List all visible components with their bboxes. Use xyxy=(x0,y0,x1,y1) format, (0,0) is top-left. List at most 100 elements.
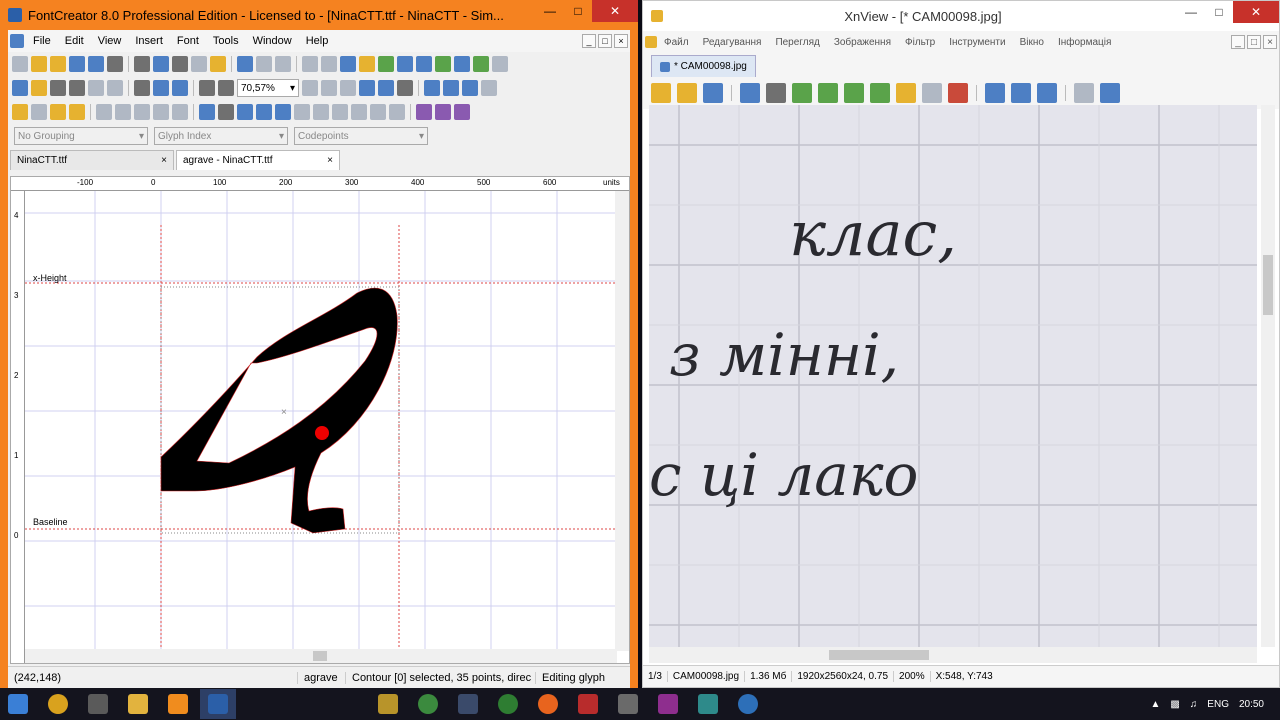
menu-file[interactable]: Файл xyxy=(657,37,696,48)
mdi-restore-button[interactable]: □ xyxy=(598,34,612,48)
font-properties-icon[interactable] xyxy=(321,56,337,72)
merge-icon[interactable] xyxy=(50,104,66,120)
rotate-left-icon[interactable] xyxy=(792,83,812,103)
taskbar-fontcreator[interactable] xyxy=(200,689,236,719)
taskbar-pin[interactable] xyxy=(690,689,726,719)
pen-icon[interactable] xyxy=(88,80,104,96)
metrics-icon[interactable] xyxy=(462,80,478,96)
print-icon[interactable] xyxy=(134,56,150,72)
distribute-icon[interactable] xyxy=(153,104,169,120)
taskbar-app[interactable] xyxy=(80,689,116,719)
menu-font[interactable]: Font xyxy=(170,35,206,47)
intersect-icon[interactable] xyxy=(435,104,451,120)
tab-image[interactable]: * CAM00098.jpg xyxy=(651,55,756,77)
mdi-restore-button[interactable]: □ xyxy=(1247,35,1261,49)
tray-language[interactable]: ENG xyxy=(1207,699,1229,710)
menu-window[interactable]: Вікно xyxy=(1013,37,1051,48)
align-right-icon[interactable] xyxy=(134,104,150,120)
extremes-icon[interactable] xyxy=(313,104,329,120)
contour-icon[interactable] xyxy=(302,80,318,96)
restore-button[interactable]: □ xyxy=(564,0,592,22)
menu-file[interactable]: File xyxy=(26,35,58,47)
snap-icon[interactable] xyxy=(153,80,169,96)
pointer-icon[interactable] xyxy=(359,80,375,96)
properties-icon[interactable] xyxy=(107,56,123,72)
open-icon[interactable] xyxy=(677,83,697,103)
fill-icon[interactable] xyxy=(397,80,413,96)
corner-icon[interactable] xyxy=(275,104,291,120)
find-icon[interactable] xyxy=(153,56,169,72)
taskbar-pin[interactable] xyxy=(450,689,486,719)
adjust-icon[interactable] xyxy=(844,83,864,103)
vertical-scrollbar[interactable] xyxy=(1261,105,1275,647)
codepoints-combo[interactable]: Codepoints ▾ xyxy=(294,127,428,145)
select-icon[interactable] xyxy=(12,80,28,96)
install-icon[interactable] xyxy=(473,56,489,72)
zoom-fit-icon[interactable] xyxy=(1011,83,1031,103)
split-icon[interactable] xyxy=(69,104,85,120)
add-contour-icon[interactable] xyxy=(12,104,28,120)
browser-icon[interactable] xyxy=(651,83,671,103)
close-button[interactable]: ✕ xyxy=(1233,1,1279,23)
round-icon[interactable] xyxy=(351,104,367,120)
tray-arrow-icon[interactable]: ▲ xyxy=(1150,699,1160,710)
union-icon[interactable] xyxy=(416,104,432,120)
hand-icon[interactable] xyxy=(50,80,66,96)
taskbar-pin[interactable] xyxy=(490,689,526,719)
slideshow-icon[interactable] xyxy=(922,83,942,103)
tab-font-overview[interactable]: NinaCTT.ttf × xyxy=(10,150,174,170)
taskbar-pin[interactable] xyxy=(730,689,766,719)
zoom-out-icon[interactable] xyxy=(1037,83,1057,103)
zoom-in-icon[interactable] xyxy=(199,80,215,96)
rotate-right-icon[interactable] xyxy=(818,83,838,103)
mdi-minimize-button[interactable]: _ xyxy=(582,34,596,48)
glyph-properties-icon[interactable] xyxy=(302,56,318,72)
zoom-in-icon[interactable] xyxy=(985,83,1005,103)
check-icon[interactable] xyxy=(435,56,451,72)
horizontal-scrollbar[interactable] xyxy=(649,647,1257,663)
save-all-icon[interactable] xyxy=(88,56,104,72)
smooth-icon[interactable] xyxy=(256,104,272,120)
taskbar-pin[interactable] xyxy=(650,689,686,719)
network-icon[interactable]: ▩ xyxy=(1170,699,1179,710)
menu-filter[interactable]: Фільтр xyxy=(898,37,942,48)
fc-titlebar[interactable]: FontCreator 8.0 Professional Edition - L… xyxy=(0,0,638,30)
align-left-icon[interactable] xyxy=(96,104,112,120)
glyph-drawing[interactable]: ➤ × xyxy=(25,191,617,651)
tab-glyph-edit[interactable]: agrave - NinaCTT.ttf × xyxy=(176,150,340,170)
menu-image[interactable]: Зображення xyxy=(827,37,898,48)
fit-icon[interactable] xyxy=(172,80,188,96)
lasso-icon[interactable] xyxy=(31,80,47,96)
validate-icon[interactable] xyxy=(378,56,394,72)
history-icon[interactable] xyxy=(275,56,291,72)
grouping-combo[interactable]: No Grouping ▾ xyxy=(14,127,148,145)
kerning-icon[interactable] xyxy=(481,80,497,96)
open-folder-icon[interactable] xyxy=(50,56,66,72)
crop-icon[interactable] xyxy=(766,83,786,103)
new-icon[interactable] xyxy=(12,56,28,72)
taskbar-explorer[interactable] xyxy=(120,689,156,719)
preview-icon[interactable] xyxy=(397,56,413,72)
menu-help[interactable]: Help xyxy=(299,35,336,47)
export-icon[interactable] xyxy=(454,56,470,72)
effects-icon[interactable] xyxy=(870,83,890,103)
menu-tools[interactable]: Tools xyxy=(206,35,246,47)
vertical-scrollbar[interactable] xyxy=(615,191,629,651)
sort-combo[interactable]: Glyph Index ▾ xyxy=(154,127,288,145)
app-menu-icon[interactable] xyxy=(645,36,657,48)
close-icon[interactable]: × xyxy=(327,155,333,166)
next-icon[interactable] xyxy=(1100,83,1120,103)
start-button[interactable] xyxy=(0,689,36,719)
close-button[interactable]: ✕ xyxy=(592,0,638,22)
subtract-icon[interactable] xyxy=(454,104,470,120)
close-icon[interactable]: × xyxy=(161,155,167,166)
tangent-icon[interactable] xyxy=(294,104,310,120)
wizard-icon[interactable] xyxy=(359,56,375,72)
undo-icon[interactable] xyxy=(740,83,760,103)
knife-icon[interactable] xyxy=(107,80,123,96)
simplify-icon[interactable] xyxy=(370,104,386,120)
glyph-edit-canvas[interactable]: -100 0 100 200 300 400 500 600 units 4 3… xyxy=(10,176,630,664)
grid-icon[interactable] xyxy=(424,80,440,96)
menu-window[interactable]: Window xyxy=(246,35,299,47)
mirror-icon[interactable] xyxy=(172,104,188,120)
